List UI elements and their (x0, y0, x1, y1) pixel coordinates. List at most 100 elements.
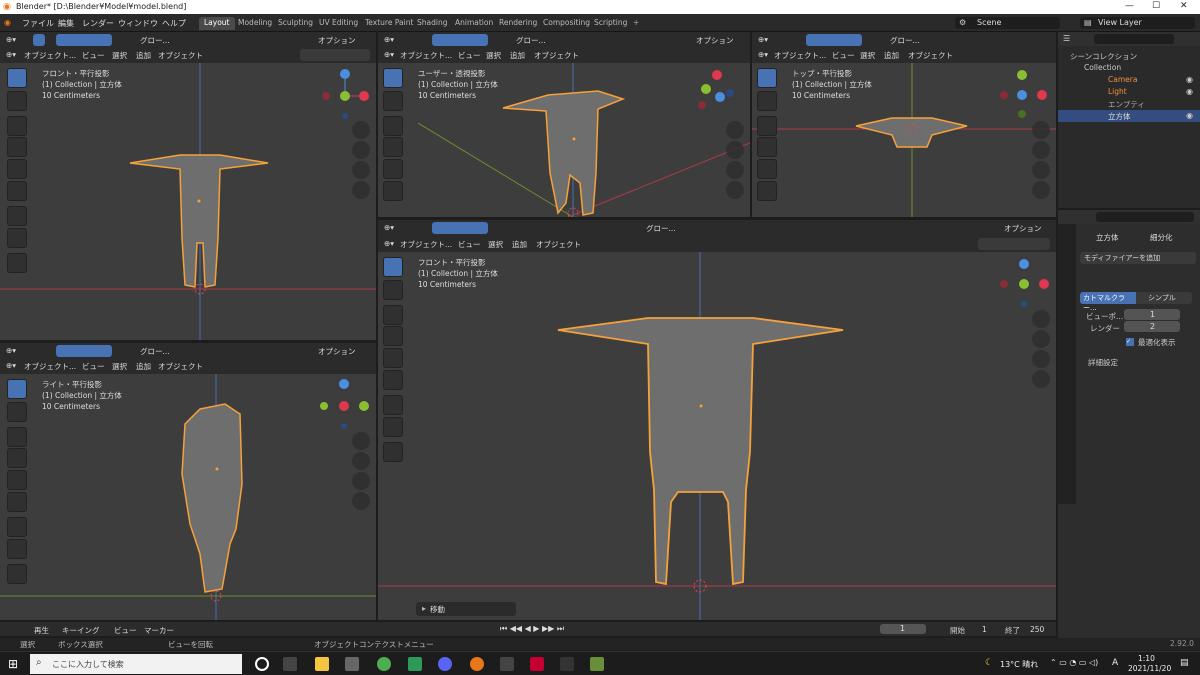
tab-uv-editing[interactable]: UV Editing (314, 17, 363, 30)
outliner-light[interactable]: Light (1108, 87, 1127, 96)
select-mode-icon[interactable] (33, 34, 45, 46)
tab-modeling[interactable]: Modeling (233, 17, 277, 30)
add-modifier-button[interactable]: モディファイアーを追加 (1080, 252, 1196, 264)
rotate-tool-icon[interactable] (383, 137, 403, 157)
menu-view[interactable]: ビュー (82, 361, 105, 372)
eye-icon[interactable]: ◉ (1186, 87, 1193, 96)
chrome-icon[interactable] (377, 657, 391, 671)
minecraft-icon[interactable] (590, 657, 604, 671)
menu-select[interactable]: 選択 (486, 50, 501, 61)
viewport-top[interactable]: トップ・平行投影 (1) Collection | 立方体 10 Centime… (752, 63, 1056, 217)
editor-type-icon[interactable]: ⊕▾ (384, 239, 394, 248)
weather-text[interactable]: 13°C 晴れ (1000, 659, 1038, 670)
maximize-button[interactable]: ☐ (1152, 1, 1160, 11)
camera-view-icon[interactable] (352, 472, 370, 490)
viewport-front-large[interactable]: フロント・平行投影 (1) Collection | 立方体 10 Centim… (378, 252, 1056, 620)
properties-tabs[interactable] (1058, 224, 1076, 504)
editor-type-icon[interactable]: ⊕▾ (384, 50, 394, 59)
render-levels-field[interactable]: 2 (1124, 321, 1180, 332)
tab-compositing[interactable]: Compositing (538, 17, 595, 30)
annotate-tool-icon[interactable] (7, 517, 27, 537)
file-explorer-icon[interactable] (315, 657, 329, 671)
clock-date[interactable]: 2021/11/20 (1128, 664, 1171, 673)
advanced-panel[interactable]: 詳細設定 (1088, 357, 1118, 368)
transform-tool-icon[interactable] (383, 181, 403, 201)
viewport-user[interactable]: ユーザー・透視投影 (1) Collection | 立方体 10 Centim… (378, 63, 750, 217)
discord-icon[interactable] (438, 657, 452, 671)
levels-viewport-field[interactable]: 1 (1124, 309, 1180, 320)
orientation-dropdown[interactable]: グロー... (516, 35, 546, 46)
tab-rendering[interactable]: Rendering (494, 17, 542, 30)
start-frame-value[interactable]: 1 (982, 625, 987, 634)
outliner-search[interactable] (1094, 34, 1174, 44)
select-mode-buttons[interactable] (806, 34, 862, 46)
menu-select[interactable]: 選択 (860, 50, 875, 61)
mode-dropdown[interactable]: オブジェクト... (24, 50, 76, 61)
orientation-dropdown[interactable]: グロー... (890, 35, 920, 46)
scene-collection-label[interactable]: シーンコレクション (1070, 51, 1137, 62)
shading-buttons[interactable] (300, 49, 370, 61)
pan-icon[interactable] (352, 452, 370, 470)
menu-select[interactable]: 選択 (488, 239, 503, 250)
properties-search[interactable] (1096, 212, 1194, 222)
cortana-icon[interactable] (255, 657, 269, 671)
transform-tool-icon[interactable] (7, 181, 27, 201)
add-cube-tool-icon[interactable] (383, 442, 403, 462)
cursor-tool-icon[interactable] (7, 402, 27, 422)
menu-object[interactable]: オブジェクト (158, 361, 203, 372)
move-tool-icon[interactable] (757, 116, 777, 136)
blender-menu-icon[interactable]: ◉ (4, 18, 11, 27)
measure-tool-icon[interactable] (383, 417, 403, 437)
select-tool-icon[interactable] (7, 379, 27, 399)
angular-icon[interactable] (530, 657, 544, 671)
tray-icons[interactable]: ⌃ ▭ ◔ ▭ ◁) (1050, 658, 1098, 667)
camera-view-icon[interactable] (1032, 350, 1050, 368)
navigation-gizmo[interactable] (998, 256, 1052, 312)
outliner-empty[interactable]: エンプティ (1108, 99, 1145, 110)
cursor-tool-icon[interactable] (7, 91, 27, 111)
scale-tool-icon[interactable] (383, 159, 403, 179)
ortho-toggle-icon[interactable] (352, 181, 370, 199)
menu-add[interactable]: 追加 (510, 50, 525, 61)
orientation-dropdown[interactable]: グロー... (140, 346, 170, 357)
select-tool-icon[interactable] (383, 257, 403, 277)
scale-tool-icon[interactable] (7, 159, 27, 179)
toolbar-toggle-icon[interactable]: ⊕▾ (758, 35, 768, 44)
minimize-button[interactable]: — (1125, 1, 1134, 11)
pan-icon[interactable] (726, 141, 744, 159)
tab-simple[interactable]: シンプル (1136, 292, 1192, 304)
menu-help[interactable]: ヘルプ (162, 18, 186, 29)
camera-view-icon[interactable] (1032, 161, 1050, 179)
view-menu[interactable]: ビュー (114, 625, 137, 636)
options-dropdown[interactable]: オプション (318, 346, 356, 357)
editor-type-icon[interactable]: ⊕▾ (758, 50, 768, 59)
notification-icon[interactable]: ▤ (1180, 658, 1189, 668)
select-tool-icon[interactable] (757, 68, 777, 88)
outliner-mesh[interactable]: 立方体 (1108, 111, 1131, 122)
menu-add[interactable]: 追加 (512, 239, 527, 250)
outliner-collection[interactable]: Collection (1084, 63, 1121, 72)
ortho-toggle-icon[interactable] (352, 492, 370, 510)
menu-file[interactable]: ファイル (22, 18, 54, 29)
editor-type-icon[interactable]: ☰ (1063, 34, 1070, 43)
add-cube-tool-icon[interactable] (7, 564, 27, 584)
rotate-tool-icon[interactable] (757, 137, 777, 157)
orientation-dropdown[interactable]: グロー... (646, 223, 676, 234)
blender-taskbar-icon[interactable] (470, 657, 484, 671)
viewport-right[interactable]: ライト・平行投影 (1) Collection | 立方体 10 Centime… (0, 374, 376, 620)
navigation-gizmo[interactable] (1000, 67, 1054, 127)
options-dropdown[interactable]: オプション (318, 35, 356, 46)
navigation-gizmo[interactable] (318, 69, 372, 129)
menu-add[interactable]: 追加 (136, 50, 151, 61)
marker-menu[interactable]: マーカー (144, 625, 174, 636)
keying-menu[interactable]: キーイング (62, 625, 100, 636)
shading-buttons[interactable] (978, 238, 1050, 250)
end-frame-value[interactable]: 250 (1030, 625, 1044, 634)
playback-controls[interactable]: ⏮ ◀◀ ◀ ▶ ▶▶ ⏭ (500, 624, 564, 634)
last-operator-panel[interactable]: ▸ 移動 (416, 602, 516, 616)
toolbar-toggle-icon[interactable]: ⊕▾ (6, 35, 16, 44)
scale-tool-icon[interactable] (383, 348, 403, 368)
tab-catmull-clark[interactable]: カトマルクラー... (1080, 292, 1136, 312)
eye-icon[interactable]: ◉ (1186, 111, 1193, 120)
task-view-icon[interactable] (283, 657, 297, 671)
